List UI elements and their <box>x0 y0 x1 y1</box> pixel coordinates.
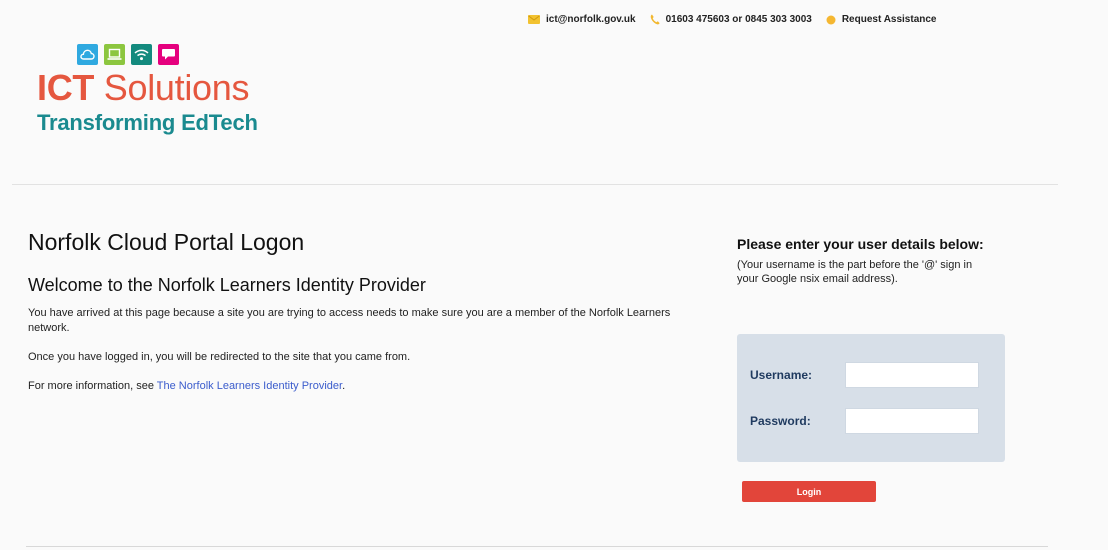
phone-contact: 01603 475603 or 0845 303 3003 <box>650 14 812 25</box>
identity-provider-link[interactable]: The Norfolk Learners Identity Provider <box>157 380 342 392</box>
logo-title-rest: Solutions <box>103 67 250 108</box>
logo-title: ICT Solutions <box>37 68 258 108</box>
intro-paragraph: You have arrived at this page because a … <box>28 307 671 334</box>
wifi-icon <box>131 44 152 65</box>
password-row: Password: <box>750 408 979 434</box>
more-info-suffix: . <box>342 380 346 392</box>
login-form: Username: Password: <box>737 334 1005 462</box>
email-contact: ict@norfolk.gov.uk <box>528 14 636 25</box>
ict-solutions-logo[interactable]: ICT Solutions Transforming EdTech <box>37 44 258 136</box>
login-button[interactable]: Login <box>742 481 876 502</box>
dot-icon <box>826 15 836 25</box>
phone-number: 01603 475603 or 0845 303 3003 <box>665 14 812 25</box>
footer-divider <box>26 546 1048 547</box>
login-heading: Please enter your user details below: <box>737 236 984 252</box>
username-input[interactable] <box>845 362 979 388</box>
username-hint: (Your username is the part before the '@… <box>737 259 973 285</box>
username-row: Username: <box>750 362 979 388</box>
main-content: Norfolk Cloud Portal Logon Welcome to th… <box>28 229 678 408</box>
more-info-prefix: For more information, see <box>28 380 157 392</box>
login-instructions: Please enter your user details below: (Y… <box>737 236 1007 286</box>
email-link[interactable]: ict@norfolk.gov.uk <box>546 14 636 25</box>
logo-icons <box>77 44 258 65</box>
contact-bar: ict@norfolk.gov.uk 01603 475603 or 0845 … <box>528 14 951 25</box>
welcome-heading: Welcome to the Norfolk Learners Identity… <box>28 275 426 295</box>
header-divider <box>12 184 1058 185</box>
more-info-paragraph: For more information, see The Norfolk Le… <box>28 379 678 394</box>
password-input[interactable] <box>845 408 979 434</box>
logo-title-bold: ICT <box>37 67 95 108</box>
password-label: Password: <box>750 414 811 428</box>
page-title: Norfolk Cloud Portal Logon <box>28 229 305 255</box>
envelope-icon <box>528 15 540 24</box>
username-label: Username: <box>750 368 813 382</box>
laptop-icon <box>104 44 125 65</box>
request-assistance-link[interactable]: Request Assistance <box>842 14 937 25</box>
phone-icon <box>650 14 660 25</box>
logo-subtitle: Transforming EdTech <box>37 110 258 135</box>
redirect-paragraph: Once you have logged in, you will be red… <box>28 351 411 363</box>
cloud-icon <box>77 44 98 65</box>
assistance-contact: Request Assistance <box>826 14 937 25</box>
speech-bubble-icon <box>158 44 179 65</box>
